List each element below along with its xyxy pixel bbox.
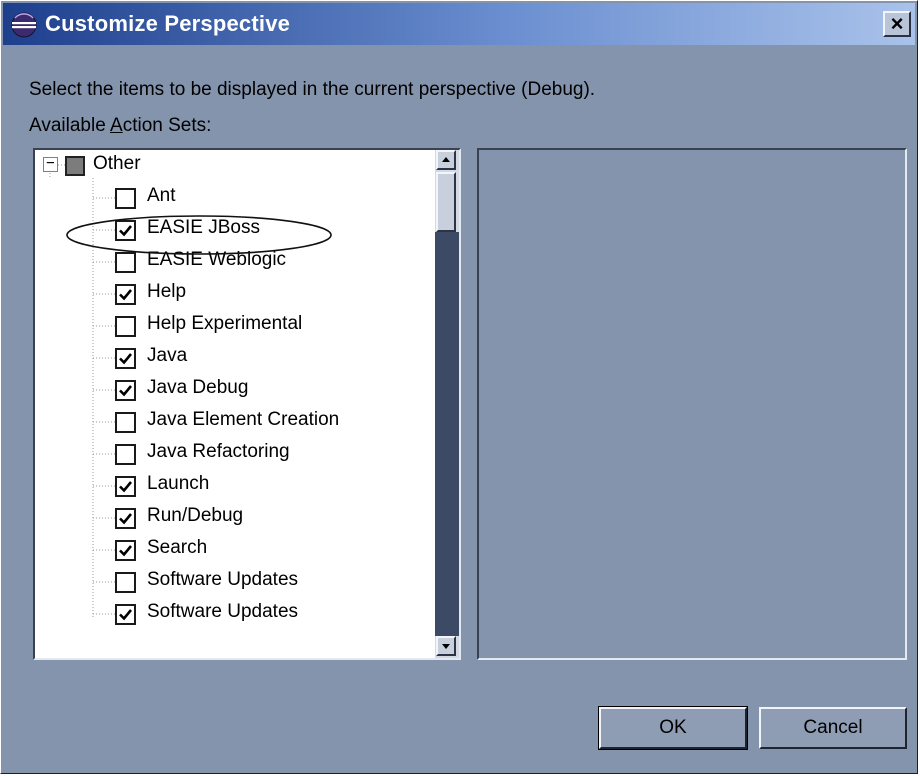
scroll-track[interactable] xyxy=(435,232,459,636)
action-set-label: Java Debug xyxy=(147,377,249,398)
action-set-details-panel xyxy=(477,148,907,660)
action-set-label: EASIE JBoss xyxy=(147,217,260,238)
scroll-down-button[interactable] xyxy=(436,636,456,656)
action-set-item[interactable]: Ant xyxy=(115,182,435,212)
action-set-label: Ant xyxy=(147,185,176,206)
cancel-button[interactable]: Cancel xyxy=(759,707,907,749)
action-set-label: Help Experimental xyxy=(147,313,303,334)
action-set-label: Software Updates xyxy=(147,569,299,590)
checkmark-icon xyxy=(119,353,133,365)
close-icon: × xyxy=(890,11,904,36)
action-set-label: Software Updates xyxy=(147,601,299,622)
vertical-scrollbar[interactable] xyxy=(435,150,459,658)
action-set-item[interactable]: Search xyxy=(115,534,435,564)
scroll-up-button[interactable] xyxy=(436,150,456,170)
checkmark-icon xyxy=(119,289,133,301)
checkbox-unchecked[interactable] xyxy=(115,316,136,337)
tree-category-other[interactable]: − Other xyxy=(35,150,235,180)
checkbox-checked[interactable] xyxy=(115,604,136,625)
customize-perspective-dialog: Customize Perspective × Select the items… xyxy=(0,0,918,774)
checkmark-icon xyxy=(119,385,133,397)
action-set-item[interactable]: Help xyxy=(115,278,435,308)
eclipse-icon xyxy=(11,12,37,38)
checkbox-unchecked[interactable] xyxy=(115,188,136,209)
available-action-sets-label: Available Action Sets: xyxy=(29,115,211,137)
checkbox-checked[interactable] xyxy=(115,476,136,497)
close-button[interactable]: × xyxy=(883,11,911,37)
action-set-label: Launch xyxy=(147,473,210,494)
action-set-label: Java Element Creation xyxy=(147,409,340,430)
instruction-text: Select the items to be displayed in the … xyxy=(29,79,596,100)
action-set-item[interactable]: Java Debug xyxy=(115,374,435,404)
checkbox-unchecked[interactable] xyxy=(115,572,136,593)
action-set-label: Run/Debug xyxy=(147,505,244,526)
tree-connector-lines xyxy=(49,164,115,619)
checkmark-icon xyxy=(119,609,133,621)
category-label: Other xyxy=(93,153,141,174)
action-set-label: Java Refactoring xyxy=(147,441,290,462)
action-set-item[interactable]: Java xyxy=(115,342,435,372)
window-title: Customize Perspective xyxy=(45,11,291,36)
collapse-icon[interactable]: − xyxy=(43,156,58,172)
action-set-item[interactable]: Software Updates xyxy=(115,598,435,628)
scroll-thumb[interactable] xyxy=(436,172,456,232)
action-set-label: Help xyxy=(147,281,187,302)
checkmark-icon xyxy=(119,513,133,525)
checkbox-unchecked[interactable] xyxy=(115,252,136,273)
ok-button[interactable]: OK xyxy=(598,706,748,750)
action-set-item[interactable]: EASIE JBoss xyxy=(115,214,435,244)
checkbox-checked[interactable] xyxy=(115,284,136,305)
action-set-item[interactable]: EASIE Weblogic xyxy=(115,246,435,276)
label-accelerator: A xyxy=(110,115,123,136)
checkbox-checked[interactable] xyxy=(115,348,136,369)
action-set-label: Search xyxy=(147,537,208,558)
action-set-item[interactable]: Java Refactoring xyxy=(115,438,435,468)
checkbox-checked[interactable] xyxy=(115,380,136,401)
checkbox-unchecked[interactable] xyxy=(115,444,136,465)
checkbox-checked[interactable] xyxy=(115,220,136,241)
category-icon xyxy=(65,156,85,176)
checkmark-icon xyxy=(119,481,133,493)
arrow-up-icon xyxy=(442,157,450,162)
label-suffix: ction Sets: xyxy=(122,115,212,136)
checkmark-icon xyxy=(119,225,133,237)
label-prefix: Available xyxy=(29,115,110,136)
action-set-item[interactable]: Run/Debug xyxy=(115,502,435,532)
checkbox-checked[interactable] xyxy=(115,540,136,561)
arrow-down-icon xyxy=(442,644,450,649)
action-set-label: Java xyxy=(147,345,188,366)
title-bar[interactable]: Customize Perspective × xyxy=(3,3,915,45)
action-sets-tree[interactable]: − Other Ant EASIE JBoss EASIE Weblogic Help… xyxy=(33,148,461,660)
checkbox-unchecked[interactable] xyxy=(115,412,136,433)
action-set-item[interactable]: Help Experimental xyxy=(115,310,435,340)
action-set-item[interactable]: Java Element Creation xyxy=(115,406,435,436)
action-set-item[interactable]: Software Updates xyxy=(115,566,435,596)
checkbox-checked[interactable] xyxy=(115,508,136,529)
action-set-label: EASIE Weblogic xyxy=(147,249,287,270)
checkmark-icon xyxy=(119,545,133,557)
action-set-item[interactable]: Launch xyxy=(115,470,435,500)
